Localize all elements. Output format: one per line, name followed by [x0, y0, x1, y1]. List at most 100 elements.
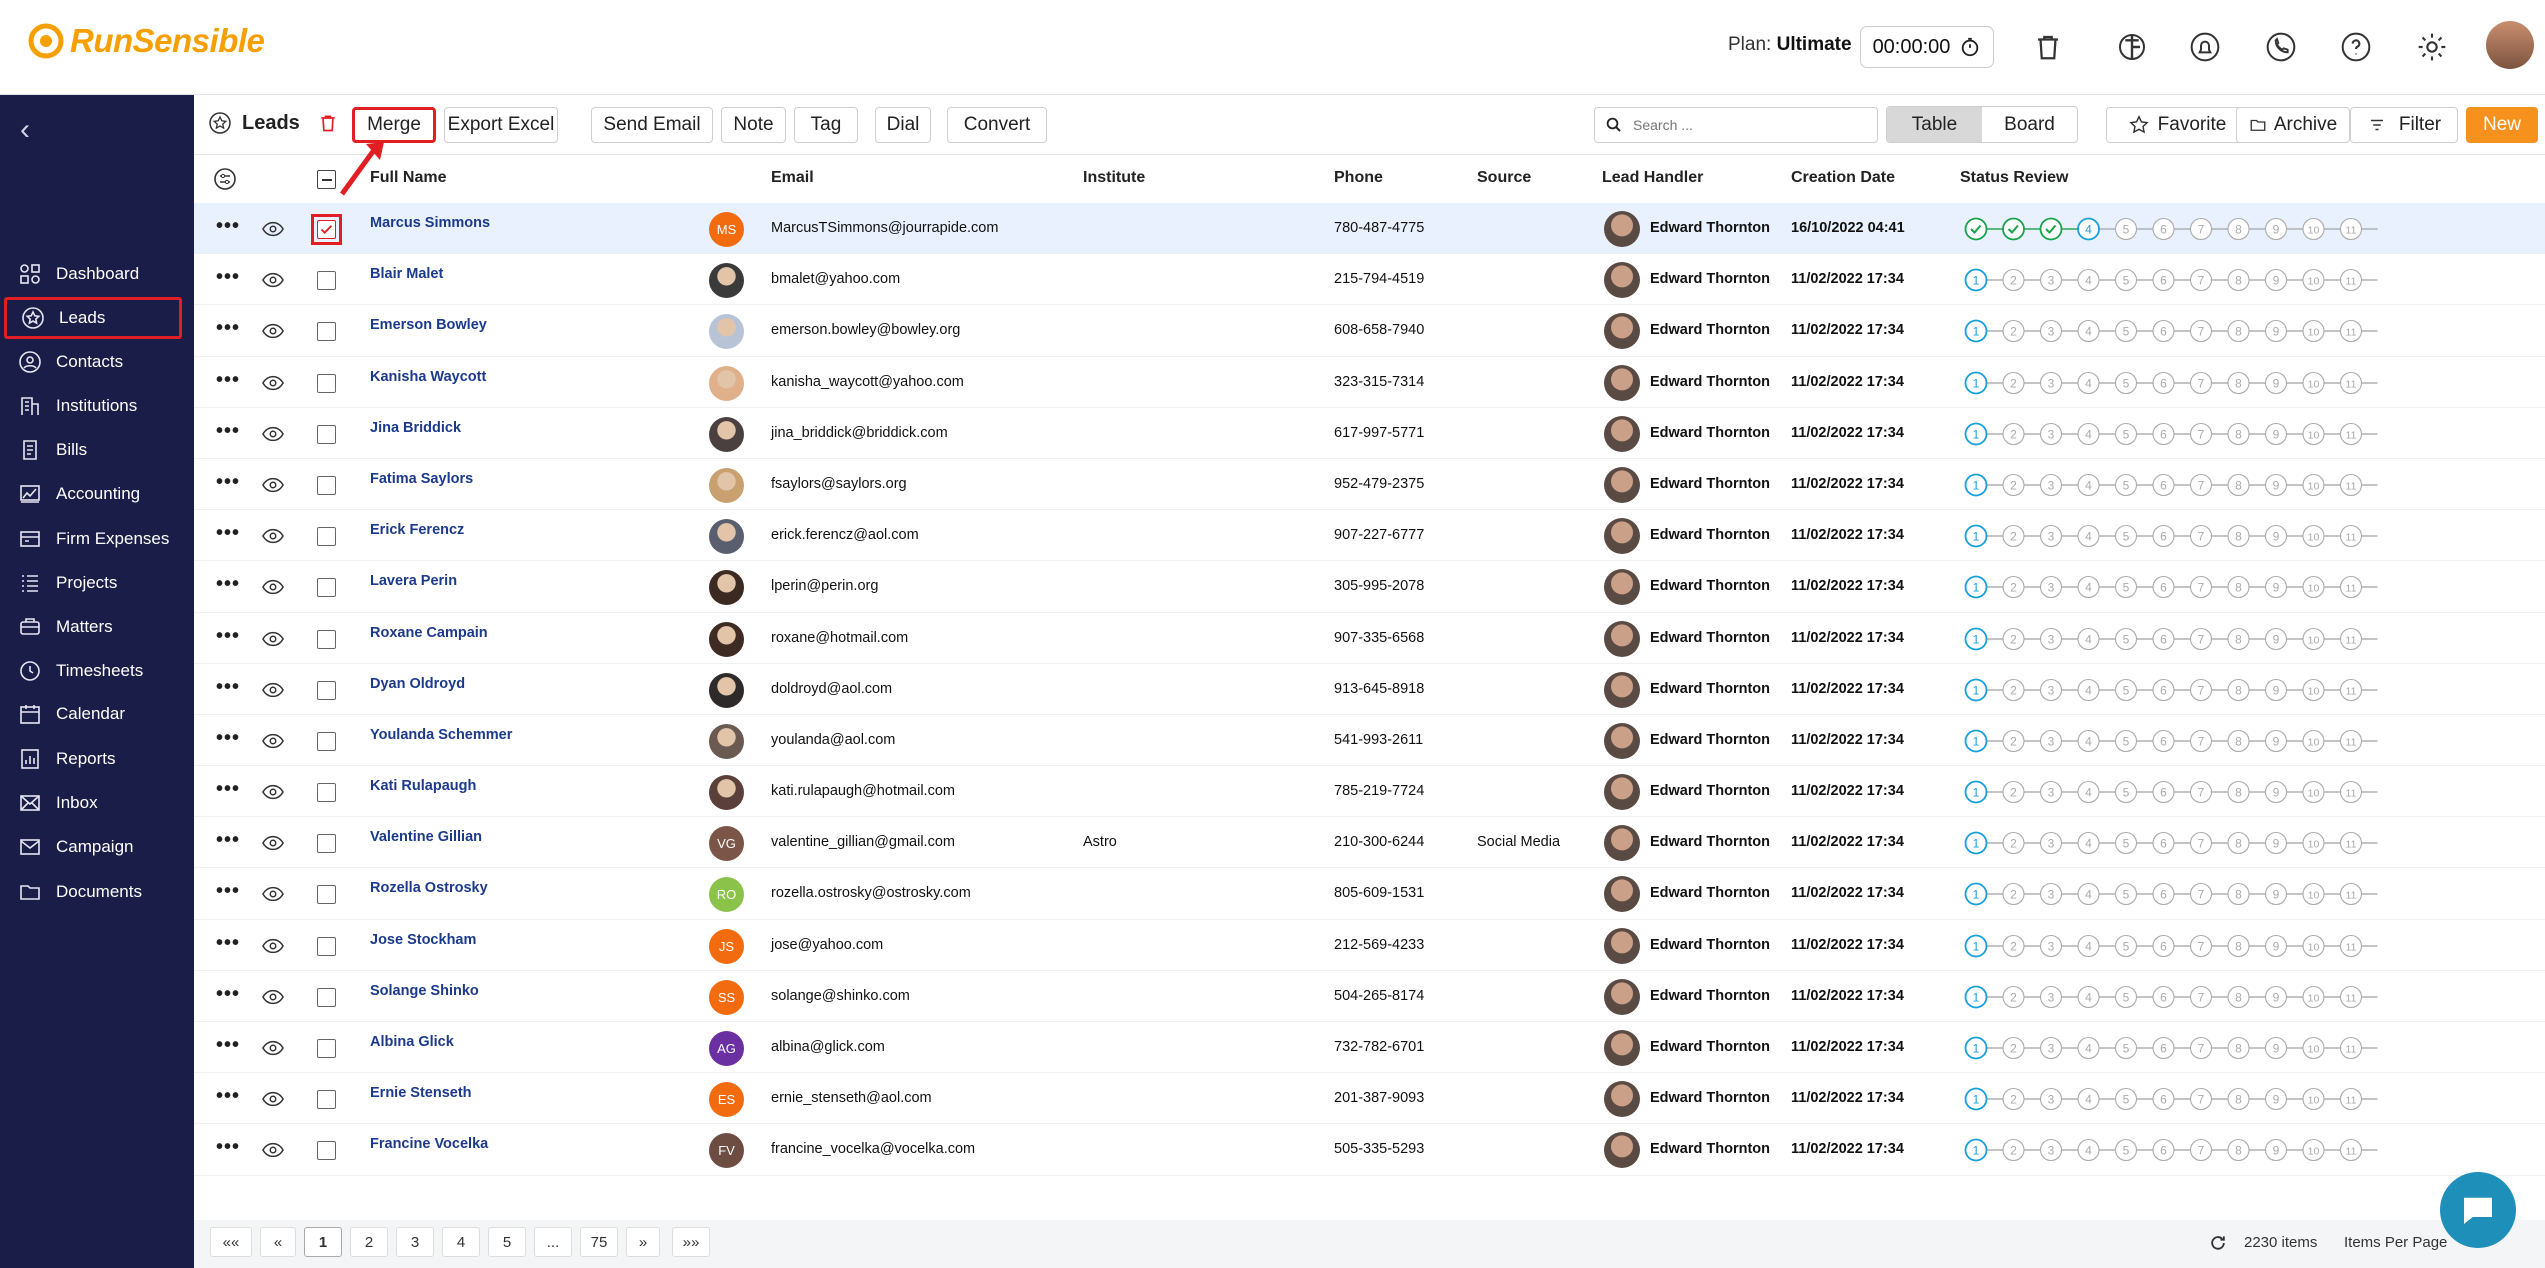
status-review[interactable]: 1 2 3 4 5 6 7 8 9 10 11	[1964, 317, 2393, 349]
row-checkbox[interactable]	[317, 1039, 336, 1058]
status-review[interactable]: 1 2 3 4 5 6 7 8 9 10 11	[1964, 676, 2393, 708]
add-time-entry-icon[interactable]	[2112, 27, 2152, 67]
status-review[interactable]: 1 2 3 4 5 6 7 8 9 10 11	[1964, 880, 2393, 912]
refresh-icon[interactable]	[2208, 1233, 2228, 1253]
lead-name-link[interactable]: Albina Glick	[370, 1034, 454, 1050]
status-review-steps[interactable]: 1 2 3 4 5 6 7 8 9 10 11	[1964, 676, 2393, 704]
row-checkbox[interactable]	[317, 424, 336, 444]
row-checkbox[interactable]	[317, 271, 336, 291]
sidebar-item-dashboard[interactable]: Dashboard	[4, 253, 182, 295]
col-status-review[interactable]: Status Review	[1960, 169, 2068, 187]
status-review-steps[interactable]: 1 2 3 4 5 6 7 8 9 10 11	[1964, 317, 2393, 345]
table-row[interactable]: ••• Kanisha Waycott kanisha_waycott@yahoo.…	[194, 357, 2545, 408]
timer-widget[interactable]: 00:00:00	[1860, 26, 1994, 68]
view-eye-icon[interactable]	[262, 374, 284, 392]
lead-name-link[interactable]: Kati Rulapaugh	[370, 778, 476, 794]
status-review-steps[interactable]: 1 2 3 4 5 6 7 8 9 10 11	[1964, 1085, 2393, 1113]
table-row[interactable]: ••• Marcus Simmons MS MarcusTSimmons@jourra…	[194, 203, 2545, 255]
lead-name-link[interactable]: Marcus Simmons	[370, 215, 490, 231]
table-row[interactable]: ••• Dyan Oldroyd doldroyd@aol.com 913-645-8…	[194, 664, 2545, 715]
status-review[interactable]: 1 2 3 4 5 6 7 8 9 10 11	[1964, 727, 2393, 759]
table-row[interactable]: ••• Fatima Saylors fsaylors@saylors.org 952…	[194, 459, 2545, 511]
row-actions-menu[interactable]: •••	[216, 778, 240, 801]
table-row[interactable]: ••• Kati Rulapaugh kati.rulapaugh@hotmail.…	[194, 766, 2545, 818]
pagination-page-5[interactable]: 5	[488, 1227, 526, 1257]
tag-button[interactable]: Tag	[794, 107, 858, 143]
status-review[interactable]: 1 2 3 4 5 6 7 8 9 10 11	[1964, 420, 2393, 452]
help-icon[interactable]	[2336, 27, 2376, 67]
phone-call-icon[interactable]	[2261, 27, 2301, 67]
lead-name-link[interactable]: Erick Ferencz	[370, 522, 464, 538]
pagination-page-ellipsis[interactable]: ...	[534, 1227, 572, 1257]
view-eye-icon[interactable]	[262, 630, 284, 648]
send-email-button[interactable]: Send Email	[591, 107, 713, 143]
status-review-steps[interactable]: 4 5 6 7 8 9 10 11	[1964, 215, 2393, 243]
table-row[interactable]: ••• Francine Vocelka FV francine_vocelka@vo…	[194, 1124, 2545, 1176]
row-checkbox[interactable]	[317, 578, 336, 598]
pagination-next[interactable]: »	[626, 1227, 660, 1257]
column-settings-icon[interactable]	[213, 167, 237, 191]
favorite-button[interactable]: Favorite	[2106, 107, 2248, 143]
lead-name-link[interactable]: Solange Shinko	[370, 983, 479, 999]
row-checkbox[interactable]	[317, 322, 336, 342]
view-eye-icon[interactable]	[262, 1141, 284, 1159]
row-checkbox[interactable]	[317, 834, 336, 854]
pagination-page-75[interactable]: 75	[580, 1227, 618, 1257]
status-review-steps[interactable]: 1 2 3 4 5 6 7 8 9 10 11	[1964, 727, 2393, 755]
pagination-page-4[interactable]: 4	[442, 1227, 480, 1257]
status-review[interactable]: 1 2 3 4 5 6 7 8 9 10 11	[1964, 369, 2393, 401]
status-review[interactable]: 1 2 3 4 5 6 7 8 9 10 11	[1964, 1136, 2393, 1168]
row-checkbox[interactable]	[317, 475, 336, 495]
status-review[interactable]: 1 2 3 4 5 6 7 8 9 10 11	[1964, 1085, 2393, 1117]
view-eye-icon[interactable]	[262, 1039, 284, 1057]
view-eye-icon[interactable]	[262, 988, 284, 1006]
pagination-first[interactable]: ««	[210, 1227, 252, 1257]
row-checkbox[interactable]	[317, 783, 336, 803]
col-lead-handler[interactable]: Lead Handler	[1602, 169, 1703, 187]
status-review[interactable]: 1 2 3 4 5 6 7 8 9 10 11	[1964, 932, 2393, 964]
status-review-steps[interactable]: 1 2 3 4 5 6 7 8 9 10 11	[1964, 625, 2393, 653]
collapse-sidebar-icon[interactable]: ‹	[20, 115, 30, 145]
row-actions-menu[interactable]: •••	[216, 676, 240, 699]
pagination-page-2[interactable]: 2	[350, 1227, 388, 1257]
status-review-steps[interactable]: 1 2 3 4 5 6 7 8 9 10 11	[1964, 1034, 2393, 1062]
sidebar-item-bills[interactable]: Bills	[4, 429, 182, 471]
lead-name-link[interactable]: Valentine Gillian	[370, 829, 482, 845]
sidebar-item-timesheets[interactable]: Timesheets	[4, 650, 182, 692]
sidebar-item-reports[interactable]: Reports	[4, 738, 182, 780]
view-eye-icon[interactable]	[262, 1090, 284, 1108]
row-checkbox[interactable]	[317, 987, 336, 1007]
table-row[interactable]: ••• Albina Glick AG albina@glick.com 732-782…	[194, 1022, 2545, 1074]
status-review-steps[interactable]: 1 2 3 4 5 6 7 8 9 10 11	[1964, 778, 2393, 806]
table-view-tab[interactable]: Table	[1887, 107, 1982, 142]
view-eye-icon[interactable]	[262, 220, 284, 238]
view-eye-icon[interactable]	[262, 271, 284, 289]
lead-name-link[interactable]: Blair Malet	[370, 266, 443, 282]
row-actions-menu[interactable]: •••	[216, 880, 240, 903]
status-review-steps[interactable]: 1 2 3 4 5 6 7 8 9 10 11	[1964, 573, 2393, 601]
row-checkbox[interactable]	[317, 629, 336, 649]
sidebar-item-firm-expenses[interactable]: Firm Expenses	[4, 518, 182, 560]
sidebar-item-accounting[interactable]: Accounting	[4, 473, 182, 515]
status-review-steps[interactable]: 1 2 3 4 5 6 7 8 9 10 11	[1964, 266, 2393, 294]
view-eye-icon[interactable]	[262, 681, 284, 699]
row-actions-menu[interactable]: •••	[216, 522, 240, 545]
status-review[interactable]: 1 2 3 4 5 6 7 8 9 10 11	[1964, 1034, 2393, 1066]
view-eye-icon[interactable]	[262, 425, 284, 443]
sidebar-item-calendar[interactable]: Calendar	[4, 693, 182, 735]
col-source[interactable]: Source	[1477, 169, 1531, 187]
view-eye-icon[interactable]	[262, 783, 284, 801]
row-actions-menu[interactable]: •••	[216, 266, 240, 289]
runsensible-logo[interactable]: RunSensible	[28, 22, 265, 60]
row-actions-menu[interactable]: •••	[216, 420, 240, 443]
row-actions-menu[interactable]: •••	[216, 1136, 240, 1159]
export-excel-button[interactable]: Export Excel	[444, 107, 558, 143]
status-review-steps[interactable]: 1 2 3 4 5 6 7 8 9 10 11	[1964, 471, 2393, 499]
row-actions-menu[interactable]: •••	[216, 625, 240, 648]
row-actions-menu[interactable]: •••	[216, 932, 240, 955]
col-email[interactable]: Email	[771, 169, 814, 187]
row-checkbox[interactable]	[317, 527, 336, 547]
lead-name-link[interactable]: Jose Stockham	[370, 932, 476, 948]
status-review[interactable]: 1 2 3 4 5 6 7 8 9 10 11	[1964, 829, 2393, 861]
row-actions-menu[interactable]: •••	[216, 829, 240, 852]
